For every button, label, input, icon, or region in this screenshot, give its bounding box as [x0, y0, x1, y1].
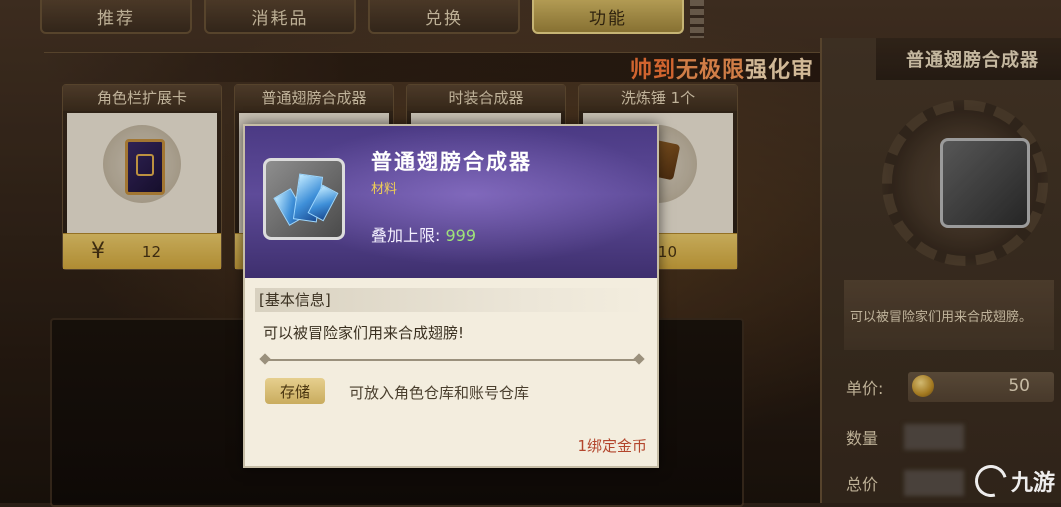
watermark-text: 九游	[1010, 471, 1055, 496]
crystal-icon	[263, 158, 345, 240]
bind-gold-text: 1绑定金币	[577, 437, 647, 455]
stack-label: 叠加上限:	[371, 226, 441, 245]
tooltip-section-title: [基本信息]	[255, 288, 645, 312]
tooltip-stack-limit: 叠加上限: 999	[371, 222, 476, 246]
storage-tag: 存储	[265, 378, 325, 404]
tooltip-item-type: 材料	[371, 182, 398, 197]
tooltip-item-name: 普通翅膀合成器	[371, 150, 532, 174]
storage-text: 可放入角色仓库和账号仓库	[349, 384, 530, 402]
stack-value: 999	[445, 226, 477, 245]
watermark: 九游	[969, 459, 1055, 503]
tooltip-divider	[263, 359, 641, 361]
watermark-logo-icon	[969, 459, 1013, 503]
tooltip-header: 普通翅膀合成器 材料 叠加上限: 999	[245, 126, 657, 278]
tooltip-description: 可以被冒险家们用来合成翅膀!	[263, 324, 465, 342]
item-tooltip: 普通翅膀合成器 材料 叠加上限: 999 [基本信息] 可以被冒险家们用来合成翅…	[243, 124, 659, 468]
